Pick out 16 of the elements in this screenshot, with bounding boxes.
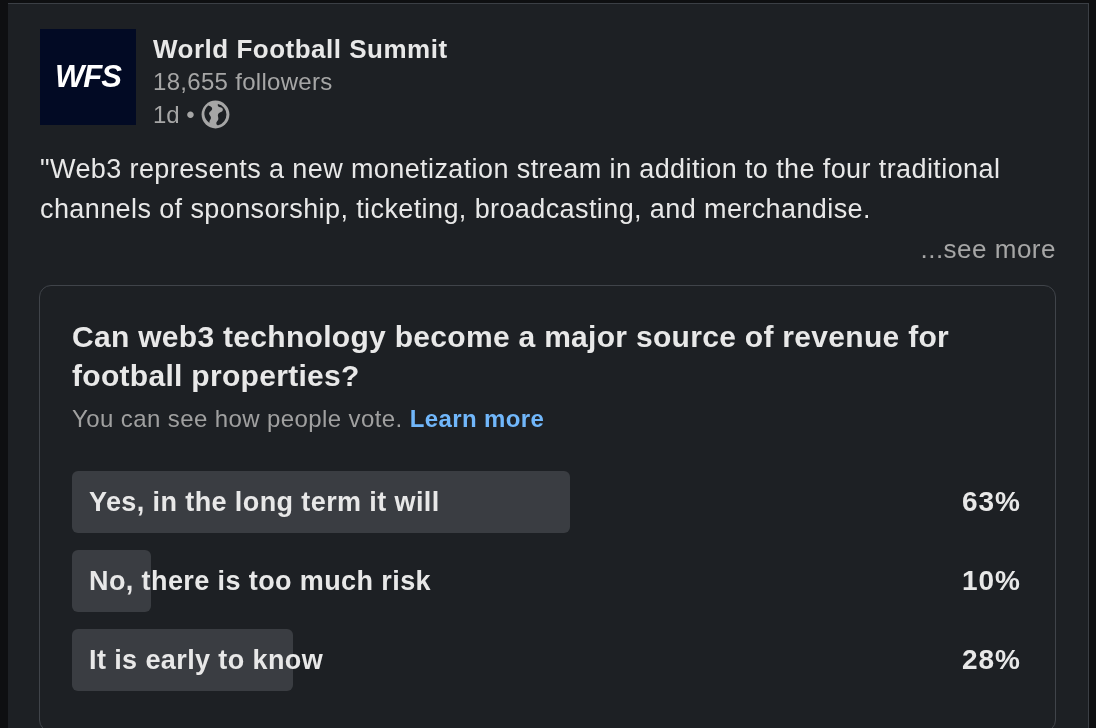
option-percent: 10% xyxy=(961,565,1021,597)
company-logo[interactable]: WFS xyxy=(40,29,136,125)
option-percent: 28% xyxy=(961,644,1021,676)
poll-question: Can web3 technology become a major source of revenue for football properties? xyxy=(72,319,951,394)
author-name[interactable]: World Football Summit xyxy=(153,33,448,65)
globe-icon xyxy=(200,100,230,129)
follower-count: 18,655 followers xyxy=(153,67,334,97)
poll-option[interactable]: It is early to know xyxy=(72,629,862,691)
learn-more-link[interactable]: Learn more xyxy=(409,405,545,432)
option-percent: 63% xyxy=(961,486,1021,518)
poll-option[interactable]: Yes, in the long term it will xyxy=(72,471,862,533)
poll-option[interactable]: No, there is too much risk xyxy=(72,550,862,612)
poll-note: You can see how people vote. Learn more xyxy=(72,404,546,434)
post-text: "Web3 represents a new monetization stream in addition to the four traditional channels of sponsorship, ticketing, broadcasting, and merchandise. xyxy=(40,153,1002,226)
post-time: 1d • xyxy=(153,100,195,130)
see-more-button[interactable]: ...see more xyxy=(920,229,1056,269)
